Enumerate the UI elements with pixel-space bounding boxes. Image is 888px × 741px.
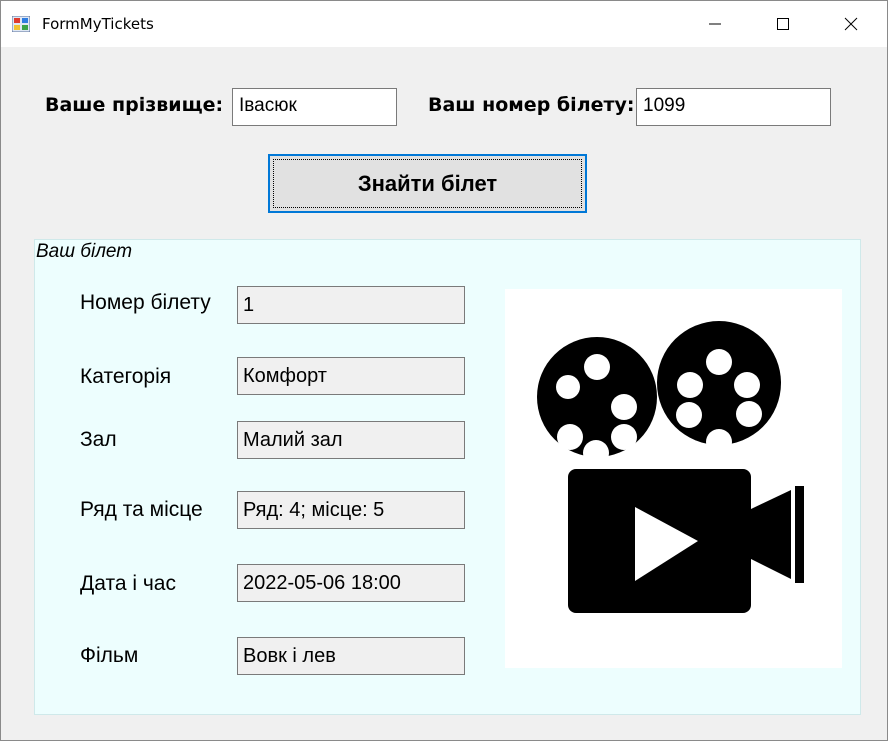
ticket-number-field-label: Номер білету [80, 291, 211, 314]
title-bar: FormMyTickets [1, 1, 887, 47]
category-field[interactable]: Комфорт [237, 357, 465, 395]
datetime-label: Дата і час [80, 572, 176, 595]
main-window: FormMyTickets Ваше прізвище: Івасюк Ваш … [0, 0, 888, 741]
ticket-number-input[interactable]: 1099 [636, 88, 831, 126]
window-title: FormMyTickets [42, 15, 154, 33]
ticket-picture [505, 289, 842, 668]
ticket-group-title: Ваш білет [36, 241, 133, 262]
hall-field[interactable]: Малий зал [237, 421, 465, 459]
film-field[interactable]: Вовк і лев [237, 637, 465, 675]
movie-camera-icon [537, 321, 804, 613]
app-icon [12, 16, 30, 32]
row-seat-label: Ряд та місце [80, 498, 203, 521]
minimize-icon [709, 23, 721, 25]
hall-label: Зал [80, 428, 117, 451]
maximize-icon [777, 18, 789, 30]
datetime-field[interactable]: 2022-05-06 18:00 [237, 564, 465, 602]
close-icon [844, 17, 858, 31]
surname-label: Ваше прізвище: [45, 94, 224, 116]
row-seat-field[interactable]: Ряд: 4; місце: 5 [237, 491, 465, 529]
find-ticket-button[interactable]: Знайти білет [268, 154, 587, 213]
ticket-number-field[interactable]: 1 [237, 286, 465, 324]
close-button[interactable] [821, 1, 881, 47]
minimize-button[interactable] [685, 1, 745, 47]
surname-input[interactable]: Івасюк [232, 88, 397, 126]
film-label: Фільм [80, 644, 139, 667]
category-label: Категорія [80, 365, 172, 388]
maximize-button[interactable] [753, 1, 813, 47]
ticket-number-label: Ваш номер білету: [428, 94, 635, 116]
find-ticket-button-label: Знайти білет [357, 170, 498, 196]
